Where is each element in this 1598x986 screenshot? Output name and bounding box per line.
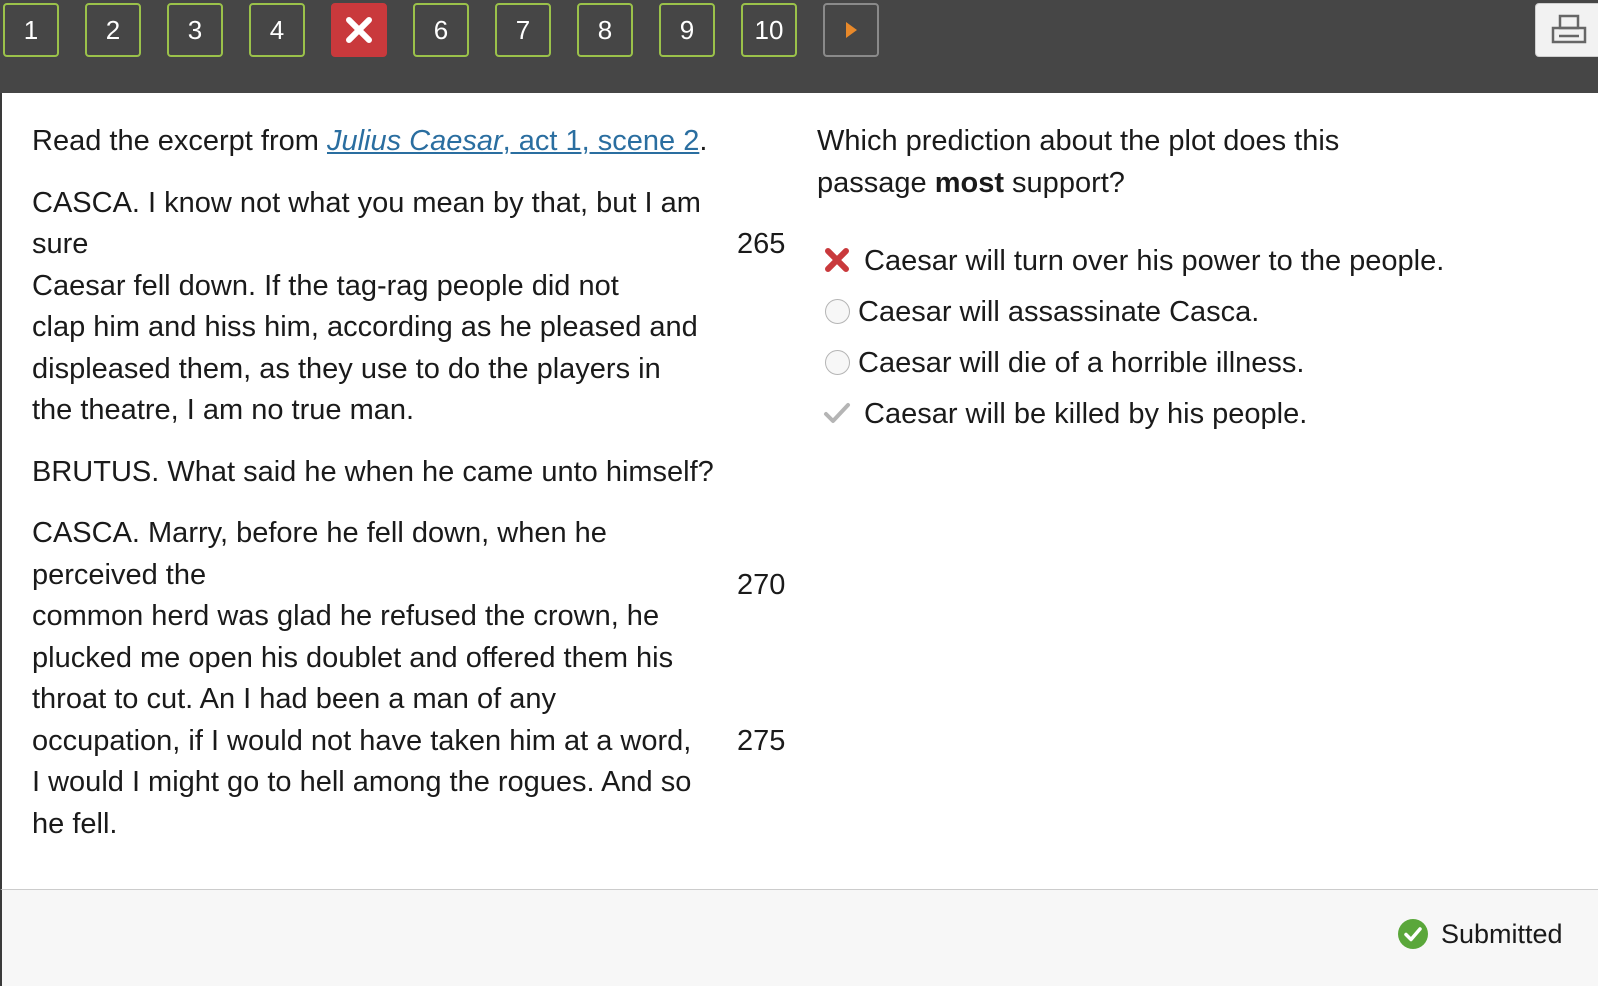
- intro-suffix: .: [699, 125, 708, 157]
- passage-line: common herd was glad he refused the crow…: [32, 596, 802, 638]
- question-8-label: 8: [597, 14, 613, 45]
- check-circle-icon: [1398, 919, 1428, 949]
- intro-prefix: Read the excerpt from: [32, 125, 327, 157]
- passage-line: CASCA. Marry, before he fell down, when …: [32, 513, 802, 555]
- submission-status: Submitted: [1397, 918, 1563, 950]
- passage-text: CASCA. I know not what you mean by that,…: [32, 183, 802, 846]
- answer-1-text: Caesar will turn over his power to the p…: [864, 245, 1445, 277]
- passage-line-text: CASCA. Marry, before he fell down, when …: [32, 517, 607, 549]
- question-panel: Which prediction about the plot does thi…: [817, 121, 1577, 438]
- question-prompt: Which prediction about the plot does thi…: [817, 121, 1417, 204]
- source-rest: , act 1, scene 2: [502, 125, 700, 157]
- passage-line-text: displeased them, as they use to do the p…: [32, 352, 661, 385]
- passage-line-text: sure: [32, 228, 89, 260]
- footer-bar: Submitted: [0, 889, 1598, 986]
- line-number: 270: [737, 568, 786, 601]
- passage-line-text: he fell.: [32, 807, 118, 840]
- question-10-button[interactable]: 10: [741, 3, 797, 57]
- status-text: Submitted: [1441, 918, 1563, 949]
- passage-line-text: Caesar fell down. If the tag-rag people …: [32, 269, 619, 302]
- source-title: Julius Caesar: [326, 125, 503, 157]
- passage-panel: Read the excerpt from Julius Caesar, act…: [32, 121, 802, 865]
- passage-line: displeased them, as they use to do the p…: [32, 349, 802, 391]
- next-button[interactable]: [823, 3, 879, 57]
- passage-line: I would I might go to hell among the rog…: [32, 762, 802, 804]
- answer-option-2[interactable]: Caesar will assassinate Casca.: [817, 285, 1577, 336]
- question-1-label: 1: [23, 14, 39, 45]
- question-4-button[interactable]: 4: [249, 3, 305, 57]
- answer-3-text: Caesar will die of a horrible illness.: [858, 347, 1305, 379]
- passage-line-text: common herd was glad he refused the crow…: [32, 600, 660, 632]
- passage-paragraph: CASCA. I know not what you mean by that,…: [32, 183, 802, 432]
- question-content: Read the excerpt from Julius Caesar, act…: [0, 93, 1598, 890]
- passage-line-text: occupation, if I would not have taken hi…: [32, 724, 692, 757]
- question-text-after: support?: [1004, 166, 1125, 199]
- x-mark-icon: [821, 244, 853, 276]
- question-nav-bar: 1 2 3 4 6 7 8 9 10: [0, 0, 1598, 93]
- question-4-label: 4: [269, 14, 285, 45]
- passage-line: the theatre, I am no true man.: [32, 390, 802, 432]
- source-link[interactable]: Julius Caesar, act 1, scene 2: [327, 125, 699, 157]
- radio-icon[interactable]: [821, 346, 853, 378]
- passage-line: perceived the: [32, 555, 802, 597]
- question-3-button[interactable]: 3: [167, 3, 223, 57]
- question-10-label: 10: [754, 14, 784, 45]
- answer-option-4[interactable]: Caesar will be killed by his people.: [817, 387, 1577, 438]
- passage-line: clap him and hiss him, according as he p…: [32, 307, 802, 349]
- question-6-label: 6: [433, 14, 449, 45]
- question-7-label: 7: [515, 14, 531, 45]
- passage-line-text: perceived the: [32, 558, 207, 591]
- passage-line: throat to cut. An I had been a man of an…: [32, 679, 802, 721]
- passage-line: sure 265: [32, 224, 802, 266]
- play-arrow-icon: [846, 22, 857, 38]
- question-9-button[interactable]: 9: [659, 3, 715, 57]
- passage-line-text: BRUTUS. What said he when he came unto h…: [32, 455, 714, 488]
- line-number: 265: [737, 228, 786, 260]
- passage-intro: Read the excerpt from Julius Caesar, act…: [32, 121, 802, 163]
- passage-line-text: the theatre, I am no true man.: [32, 394, 415, 426]
- question-9-label: 9: [679, 14, 695, 45]
- question-3-label: 3: [187, 14, 203, 45]
- line-number: 275: [737, 724, 786, 757]
- passage-line-text: I would I might go to hell among the rog…: [32, 766, 692, 798]
- answer-list: Caesar will turn over his power to the p…: [817, 234, 1577, 438]
- question-2-button[interactable]: 2: [85, 3, 141, 57]
- question-2-label: 2: [105, 14, 121, 45]
- answer-option-3[interactable]: Caesar will die of a horrible illness.: [817, 336, 1577, 387]
- answer-4-text: Caesar will be killed by his people.: [864, 398, 1308, 430]
- passage-line: BRUTUS. What said he when he came unto h…: [32, 452, 802, 494]
- question-8-button[interactable]: 8: [577, 3, 633, 57]
- passage-line: CASCA. I know not what you mean by that,…: [32, 183, 802, 225]
- answer-2-text: Caesar will assassinate Casca.: [858, 296, 1260, 328]
- print-icon: [1551, 14, 1587, 44]
- question-6-button[interactable]: 6: [413, 3, 469, 57]
- passage-paragraph: BRUTUS. What said he when he came unto h…: [32, 452, 802, 494]
- passage-line: he fell.: [32, 804, 802, 846]
- passage-paragraph: CASCA. Marry, before he fell down, when …: [32, 513, 802, 845]
- checkmark-icon: [821, 397, 853, 429]
- passage-line-text: throat to cut. An I had been a man of an…: [32, 683, 556, 715]
- passage-line-text: plucked me open his doublet and offered …: [32, 641, 674, 674]
- passage-line-text: clap him and hiss him, according as he p…: [32, 311, 698, 343]
- passage-line: occupation, if I would not have taken hi…: [32, 721, 802, 763]
- question-1-button[interactable]: 1: [3, 3, 59, 57]
- passage-line-text: CASCA. I know not what you mean by that,…: [32, 186, 701, 219]
- question-5-button[interactable]: [331, 3, 387, 57]
- passage-line: Caesar fell down. If the tag-rag people …: [32, 266, 802, 308]
- question-text-bold: most: [934, 166, 1004, 199]
- passage-line: plucked me open his doublet and offered …: [32, 638, 802, 680]
- answer-option-1[interactable]: Caesar will turn over his power to the p…: [817, 234, 1577, 285]
- question-7-button[interactable]: 7: [495, 3, 551, 57]
- print-button[interactable]: [1535, 3, 1598, 57]
- x-mark-icon: [346, 17, 372, 43]
- radio-icon[interactable]: [821, 295, 853, 327]
